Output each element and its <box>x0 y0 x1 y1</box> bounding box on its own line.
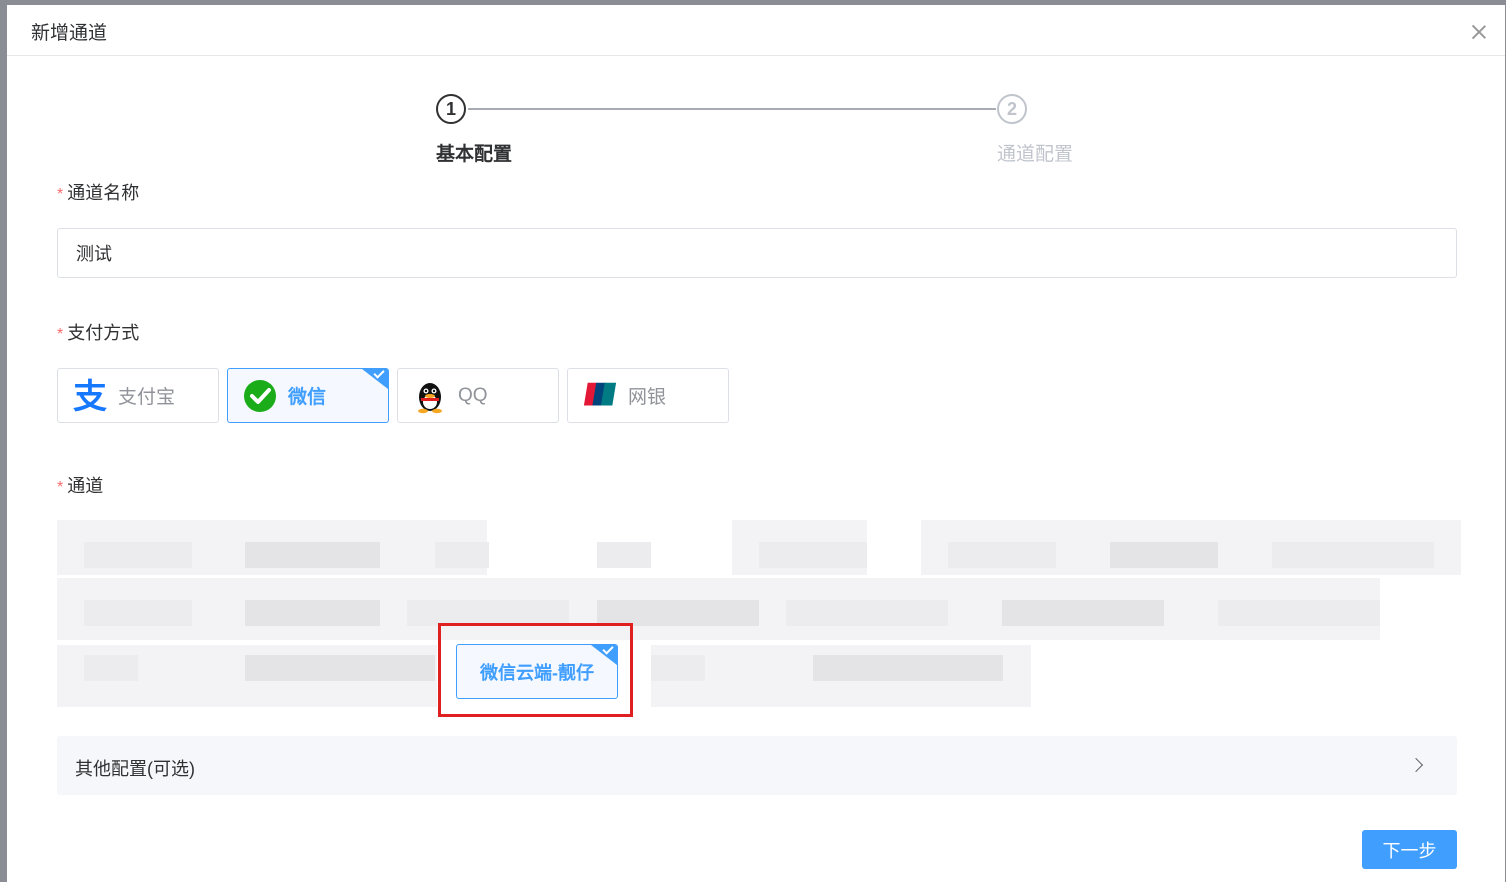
obscured-channel-option <box>245 542 380 568</box>
step-2-icon: 2 <box>997 94 1027 124</box>
alipay-icon: 支 <box>72 378 108 414</box>
other-config-label: 其他配置(可选) <box>75 759 195 779</box>
dialog-title: 新增通道 <box>31 23 108 44</box>
obscured-channel-option <box>245 655 435 681</box>
obscured-channel-option <box>1002 600 1164 626</box>
obscured-channel-option <box>759 542 867 568</box>
obscured-channel-option <box>651 655 705 681</box>
next-step-button[interactable]: 下一步 <box>1362 830 1457 869</box>
channel-option-label: 微信云端-靓仔 <box>480 662 594 683</box>
obscured-channel-option <box>948 542 1056 568</box>
channel-name-label: * 通道名称 <box>57 183 140 203</box>
step-1-label: 基本配置 <box>436 144 513 165</box>
selected-check-icon <box>362 369 388 389</box>
step-1-icon: 1 <box>436 94 466 124</box>
obscured-channel-option <box>597 542 651 568</box>
payment-method-label: * 支付方式 <box>57 323 140 343</box>
pay-option-unionpay[interactable]: 网银 <box>567 368 729 423</box>
channel-label: * 通道 <box>57 476 104 496</box>
unionpay-icon <box>582 378 618 414</box>
obscured-channel-option <box>84 542 192 568</box>
obscured-channel-option <box>245 600 380 626</box>
svg-text:支: 支 <box>73 378 107 414</box>
obscured-channel-option <box>1218 600 1380 626</box>
pay-option-label: 网银 <box>628 387 667 408</box>
step-2-label: 通道配置 <box>997 144 1074 165</box>
pay-option-alipay[interactable]: 支 支付宝 <box>57 368 219 423</box>
steps-indicator: 1 2 基本配置 通道配置 <box>436 94 1086 165</box>
wechat-icon <box>242 378 278 414</box>
selected-check-icon <box>591 645 617 665</box>
other-config-collapse[interactable]: 其他配置(可选) <box>57 736 1457 795</box>
pay-option-label: 支付宝 <box>118 387 176 408</box>
obscured-channel-option <box>1272 542 1434 568</box>
pay-option-wechat[interactable]: 微信 <box>227 368 389 423</box>
obscured-channel-option <box>435 542 489 568</box>
channel-option-selected[interactable]: 微信云端-靓仔 <box>456 644 618 699</box>
required-mark: * <box>57 326 64 343</box>
channel-list-obscured <box>57 510 1461 710</box>
obscured-channel-option <box>786 600 948 626</box>
pay-option-label: 微信 <box>288 387 327 408</box>
background-page-edge <box>1506 0 1512 882</box>
step-connector <box>468 108 996 110</box>
qq-icon <box>412 378 448 414</box>
pay-option-qq[interactable]: QQ <box>397 368 559 423</box>
obscured-channel-option <box>1110 542 1218 568</box>
close-icon[interactable] <box>1471 24 1487 40</box>
add-channel-dialog: 新增通道 1 2 基本配置 通道配置 *通道名称 *支付方式 支 支付宝 <box>7 5 1505 882</box>
obscured-channel-option <box>84 600 192 626</box>
required-mark: * <box>57 479 64 496</box>
dialog-header: 新增通道 <box>7 5 1505 56</box>
obscured-channel-option <box>84 655 138 681</box>
chevron-right-icon <box>1408 757 1424 773</box>
obscured-channel-option <box>813 655 1003 681</box>
pay-option-label: QQ <box>458 384 488 406</box>
required-mark: * <box>57 186 64 203</box>
channel-name-input[interactable] <box>57 228 1457 278</box>
